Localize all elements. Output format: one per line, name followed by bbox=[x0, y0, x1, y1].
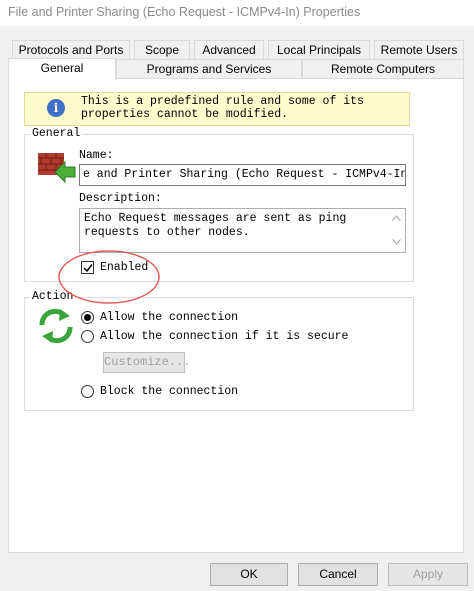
ok-button[interactable]: OK bbox=[210, 563, 288, 586]
name-value: e and Printer Sharing (Echo Request - IC… bbox=[83, 168, 406, 181]
tab-remote-computers[interactable]: Remote Computers bbox=[302, 59, 464, 78]
firewall-rule-icon bbox=[38, 153, 76, 184]
tab-local-principals[interactable]: Local Principals bbox=[268, 40, 370, 59]
notice-line-2: properties cannot be modified. bbox=[81, 108, 289, 121]
customize-button[interactable]: Customize... bbox=[103, 352, 190, 373]
predefined-rule-notice: i This is a predefined rule and some of … bbox=[24, 92, 410, 126]
description-scrollbar[interactable] bbox=[387, 209, 405, 252]
allow-if-secure-radio[interactable] bbox=[81, 330, 94, 343]
name-field[interactable]: e and Printer Sharing (Echo Request - IC… bbox=[79, 164, 406, 186]
allow-label[interactable]: Allow the connection bbox=[100, 311, 238, 324]
tab-scope[interactable]: Scope bbox=[134, 40, 190, 59]
tab-general[interactable]: General bbox=[8, 58, 116, 80]
allow-radio[interactable] bbox=[81, 311, 94, 324]
refresh-arrows-icon bbox=[39, 308, 73, 344]
info-icon: i bbox=[47, 99, 65, 117]
scroll-down-icon[interactable] bbox=[392, 239, 401, 245]
title-bar: File and Printer Sharing (Echo Request -… bbox=[0, 0, 474, 26]
description-field[interactable]: Echo Request messages are sent as ping r… bbox=[79, 208, 406, 253]
scroll-up-icon[interactable] bbox=[392, 215, 401, 221]
block-radio[interactable] bbox=[81, 385, 94, 398]
tab-protocols-and-ports[interactable]: Protocols and Ports bbox=[12, 40, 130, 59]
notice-line-1: This is a predefined rule and some of it… bbox=[81, 95, 364, 108]
radio-selected-dot bbox=[84, 314, 91, 321]
description-line-2: requests to other nodes. bbox=[84, 226, 250, 239]
tab-programs-and-services[interactable]: Programs and Services bbox=[116, 59, 302, 78]
name-label: Name: bbox=[79, 149, 114, 162]
description-line-1: Echo Request messages are sent as ping bbox=[84, 212, 347, 225]
block-label[interactable]: Block the connection bbox=[100, 385, 238, 398]
cancel-button[interactable]: Cancel bbox=[298, 563, 378, 586]
tab-advanced[interactable]: Advanced bbox=[194, 40, 264, 59]
annotation-circle bbox=[58, 250, 160, 304]
allow-if-secure-label[interactable]: Allow the connection if it is secure bbox=[100, 330, 348, 343]
window-title: File and Printer Sharing (Echo Request -… bbox=[8, 5, 361, 19]
tab-remote-users[interactable]: Remote Users bbox=[374, 40, 464, 59]
general-group-label: General bbox=[30, 127, 83, 140]
apply-button[interactable]: Apply bbox=[388, 563, 468, 586]
description-label: Description: bbox=[79, 192, 162, 205]
